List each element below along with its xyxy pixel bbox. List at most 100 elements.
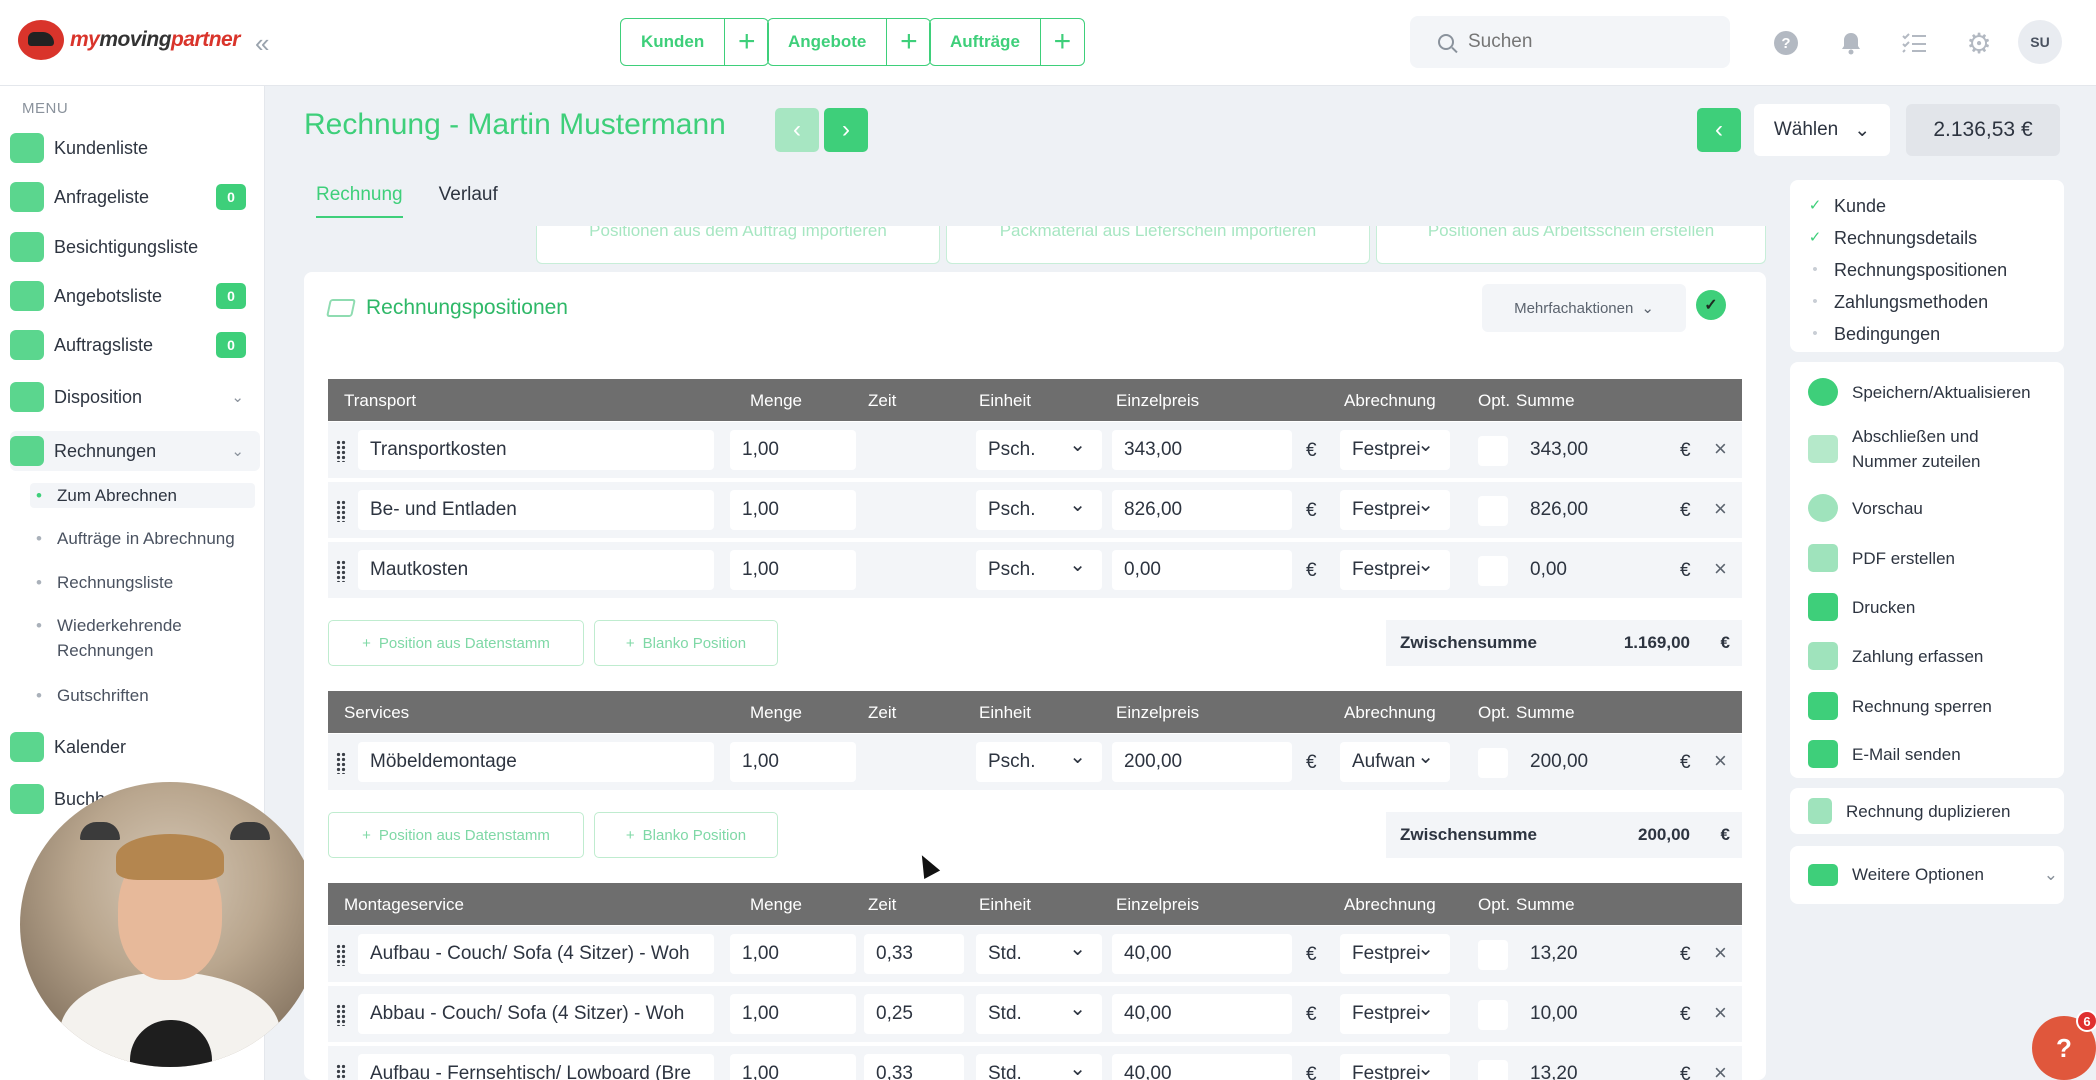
logo[interactable]: mymovingpartner	[18, 20, 240, 60]
gear-icon[interactable]: ⚙	[1966, 28, 1992, 59]
position-name-input[interactable]: Aufbau - Fernsehtisch/ Lowboard (Bre	[358, 1054, 714, 1080]
import-arbeitsschein-button[interactable]: Positionen aus Arbeitsschein erstellen	[1376, 226, 1766, 264]
position-name-input[interactable]: Mautkosten	[358, 550, 714, 590]
drag-handle-icon[interactable]	[336, 440, 346, 462]
subitem-zum-abrechnen[interactable]: Zum Abrechnen	[30, 483, 255, 508]
sidebar-item-angebotsliste[interactable]: Angebotsliste 0	[10, 276, 260, 316]
more-options-action[interactable]: Weitere Optionen ⌄	[1808, 862, 2058, 887]
time-input[interactable]: 0,33	[864, 1054, 964, 1080]
choose-select[interactable]: Wählen ⌄	[1754, 104, 1890, 156]
email-action[interactable]: E-Mail senden	[1808, 740, 1961, 768]
subitem-gutschriften[interactable]: Gutschriften	[30, 683, 255, 708]
add-auftrag-plus-icon[interactable]: +	[1039, 19, 1084, 65]
subitem-rechnungsliste[interactable]: Rechnungsliste	[30, 570, 255, 595]
step-rechnungspositionen[interactable]: • Rechnungspositionen	[1808, 254, 2046, 286]
time-input[interactable]: 0,33	[864, 934, 964, 974]
delete-row-icon[interactable]: ×	[1714, 436, 1727, 462]
multi-actions-dropdown[interactable]: Mehrfachaktionen ⌄	[1482, 284, 1686, 332]
unit-select[interactable]: Std.	[976, 934, 1102, 974]
unit-select[interactable]: Std.	[976, 994, 1102, 1034]
position-name-input[interactable]: Möbeldemontage	[358, 742, 714, 782]
quantity-input[interactable]: 1,00	[730, 994, 856, 1034]
quick-angebote-button[interactable]: Angebote	[768, 19, 886, 65]
help-chat-button[interactable]: ? 6	[2032, 1010, 2096, 1080]
add-position-datenstamm-button[interactable]: + Position aus Datenstamm	[328, 812, 584, 858]
back-button[interactable]: ‹	[1697, 108, 1741, 152]
drag-handle-icon[interactable]	[336, 944, 346, 966]
drag-handle-icon[interactable]	[336, 1064, 346, 1080]
position-name-input[interactable]: Be- und Entladen	[358, 490, 714, 530]
billing-type-select[interactable]: Aufwan	[1340, 742, 1450, 782]
duplicate-action[interactable]: Rechnung duplizieren	[1808, 798, 2010, 824]
add-position-datenstamm-button[interactable]: + Position aus Datenstamm	[328, 620, 584, 666]
unit-price-input[interactable]: 200,00	[1112, 742, 1292, 782]
billing-type-select[interactable]: Festprei	[1340, 934, 1450, 974]
sidebar-item-disposition[interactable]: Disposition ⌄	[10, 377, 260, 417]
print-action[interactable]: Drucken	[1808, 593, 1915, 621]
billing-type-select[interactable]: Festprei	[1340, 550, 1450, 590]
unit-select[interactable]: Psch.	[976, 550, 1102, 590]
unit-price-input[interactable]: 40,00	[1112, 1054, 1292, 1080]
optional-checkbox[interactable]	[1478, 748, 1508, 778]
next-record-button[interactable]: ›	[824, 108, 868, 152]
optional-checkbox[interactable]	[1478, 556, 1508, 586]
quick-kunden-button[interactable]: Kunden	[621, 19, 724, 65]
preview-action[interactable]: Vorschau	[1808, 494, 1923, 522]
drag-handle-icon[interactable]	[336, 500, 346, 522]
optional-checkbox[interactable]	[1478, 496, 1508, 526]
collapse-sidebar-icon[interactable]: «	[255, 28, 269, 59]
add-blank-position-button[interactable]: + Blanko Position	[594, 812, 778, 858]
lock-action[interactable]: Rechnung sperren	[1808, 692, 1992, 720]
drag-handle-icon[interactable]	[336, 752, 346, 774]
delete-row-icon[interactable]: ×	[1714, 1000, 1727, 1026]
sidebar-item-besichtigungsliste[interactable]: Besichtigungsliste	[10, 227, 260, 267]
quantity-input[interactable]: 1,00	[730, 1054, 856, 1080]
drag-handle-icon[interactable]	[336, 1004, 346, 1026]
payment-action[interactable]: Zahlung erfassen	[1808, 642, 1983, 670]
delete-row-icon[interactable]: ×	[1714, 496, 1727, 522]
tab-rechnung[interactable]: Rechnung	[316, 184, 403, 218]
help-icon[interactable]: ?	[1773, 30, 1799, 56]
add-blank-position-button[interactable]: + Blanko Position	[594, 620, 778, 666]
billing-type-select[interactable]: Festprei	[1340, 490, 1450, 530]
delete-row-icon[interactable]: ×	[1714, 940, 1727, 966]
subitem-wiederkehrende-rechnungen[interactable]: Wiederkehrende Rechnungen	[30, 613, 255, 663]
optional-checkbox[interactable]	[1478, 1000, 1508, 1030]
pdf-action[interactable]: PDF erstellen	[1808, 544, 1955, 572]
sidebar-item-auftragsliste[interactable]: Auftragsliste 0	[10, 325, 260, 365]
import-auftrag-button[interactable]: Positionen aus dem Auftrag importieren	[536, 226, 940, 264]
unit-select[interactable]: Std.	[976, 1054, 1102, 1080]
step-kunde[interactable]: ✓ Kunde	[1808, 190, 2046, 222]
billing-type-select[interactable]: Festprei	[1340, 994, 1450, 1034]
unit-select[interactable]: Psch.	[976, 430, 1102, 470]
tab-verlauf[interactable]: Verlauf	[439, 184, 498, 218]
step-bedingungen[interactable]: • Bedingungen	[1808, 318, 2046, 350]
quantity-input[interactable]: 1,00	[730, 490, 856, 530]
quick-auftraege-button[interactable]: Aufträge	[930, 19, 1040, 65]
unit-price-input[interactable]: 826,00	[1112, 490, 1292, 530]
drag-handle-icon[interactable]	[336, 560, 346, 582]
add-kunde-plus-icon[interactable]: +	[724, 19, 768, 65]
billing-type-select[interactable]: Festprei	[1340, 1054, 1450, 1080]
step-rechnungsdetails[interactable]: ✓ Rechnungsdetails	[1808, 222, 2046, 254]
quantity-input[interactable]: 1,00	[730, 742, 856, 782]
search-input[interactable]	[1468, 31, 1688, 53]
unit-select[interactable]: Psch.	[976, 490, 1102, 530]
position-name-input[interactable]: Transportkosten	[358, 430, 714, 470]
optional-checkbox[interactable]	[1478, 436, 1508, 466]
delete-row-icon[interactable]: ×	[1714, 1060, 1727, 1080]
avatar[interactable]: SU	[2018, 20, 2062, 64]
add-angebot-plus-icon[interactable]: +	[886, 19, 930, 65]
quantity-input[interactable]: 1,00	[730, 550, 856, 590]
unit-price-input[interactable]: 40,00	[1112, 934, 1292, 974]
confirm-check-icon[interactable]: ✓	[1696, 290, 1726, 320]
time-input[interactable]: 0,25	[864, 994, 964, 1034]
optional-checkbox[interactable]	[1478, 1060, 1508, 1080]
bell-icon[interactable]	[1838, 30, 1864, 56]
position-name-input[interactable]: Aufbau - Couch/ Sofa (4 Sitzer) - Woh	[358, 934, 714, 974]
quantity-input[interactable]: 1,00	[730, 934, 856, 974]
finalize-action[interactable]: Abschließen und Nummer zuteilen	[1808, 424, 2038, 474]
sidebar-item-kalender[interactable]: Kalender	[10, 727, 260, 767]
step-zahlungsmethoden[interactable]: • Zahlungsmethoden	[1808, 286, 2046, 318]
import-lieferschein-button[interactable]: Packmaterial aus Lieferschein importiere…	[946, 226, 1370, 264]
